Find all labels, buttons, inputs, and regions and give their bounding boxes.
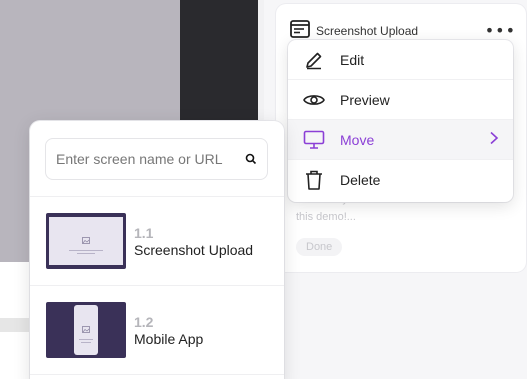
context-menu: Edit Preview Move Delete <box>288 40 513 202</box>
chevron-right-icon <box>489 131 499 148</box>
screen-meta: 1.2 Mobile App <box>134 314 203 347</box>
screen-number: 1.1 <box>134 224 154 241</box>
menu-item-edit[interactable]: Edit <box>288 40 513 80</box>
screen-icon <box>290 20 310 42</box>
image-icon <box>82 229 90 248</box>
trash-icon <box>302 168 326 192</box>
menu-item-preview[interactable]: Preview <box>288 80 513 120</box>
screen-list-item[interactable]: 1.2 Mobile App <box>30 286 284 374</box>
search-box <box>45 138 268 180</box>
more-options-icon[interactable]: ••• <box>485 23 516 39</box>
screen-name: Mobile App <box>134 330 204 347</box>
menu-item-label: Edit <box>340 51 365 68</box>
screen-number: 1.2 <box>134 313 154 330</box>
screen-name: Screenshot Upload <box>134 241 254 258</box>
search-icon <box>245 150 257 169</box>
screen-picker-panel: 1.1 Screenshot Upload 1.2 Mobile App <box>30 121 284 379</box>
screen-meta: 1.1 Screenshot Upload <box>134 225 253 258</box>
screen-thumbnail <box>46 213 126 269</box>
menu-item-label: Move <box>340 131 375 148</box>
eye-icon <box>302 88 326 112</box>
menu-item-label: Preview <box>340 91 390 108</box>
menu-item-delete[interactable]: Delete <box>288 160 513 200</box>
divider <box>30 374 284 375</box>
done-button[interactable]: Done <box>296 238 343 256</box>
menu-item-move[interactable]: Move <box>288 120 513 160</box>
monitor-icon <box>302 128 326 152</box>
menu-item-label: Delete <box>340 172 381 188</box>
pencil-icon <box>302 48 326 72</box>
search-input[interactable] <box>56 151 245 167</box>
card-header: Screenshot Upload ••• <box>290 20 516 42</box>
screen-list-item[interactable]: 1.1 Screenshot Upload <box>30 197 284 285</box>
screen-thumbnail <box>46 302 126 358</box>
image-icon <box>82 318 90 337</box>
card-title: Screenshot Upload <box>316 24 419 38</box>
